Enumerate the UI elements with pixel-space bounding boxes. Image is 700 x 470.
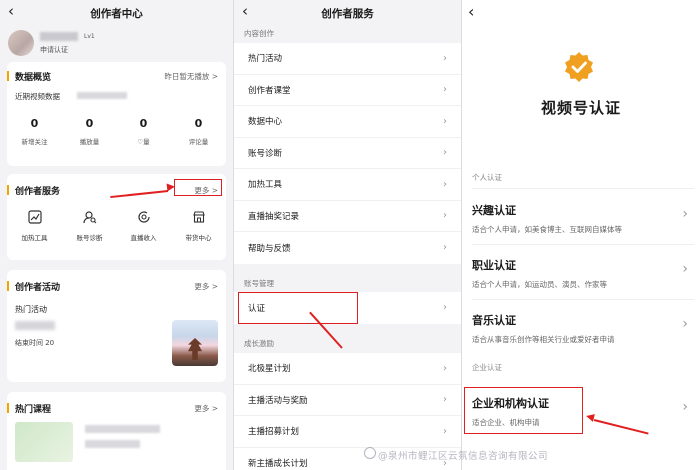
profile-row[interactable]: Lv1 申请认证	[0, 26, 233, 62]
watermark-logo-icon	[364, 447, 376, 459]
chevron-right-icon: ›	[443, 394, 447, 406]
chevron-right-icon: ›	[443, 210, 447, 222]
divider	[472, 299, 694, 300]
section-growth-incentive: 成长激励	[244, 339, 274, 348]
chevron-right-icon: ›	[443, 84, 447, 96]
stat-plays[interactable]: 0 播放量	[62, 117, 117, 146]
blurred-text	[85, 425, 160, 433]
list-item-help-feedback[interactable]: 帮助与反馈 ›	[234, 232, 461, 264]
stat-new-followers[interactable]: 0 新增关注	[7, 117, 62, 146]
section-content-creation: 内容创作	[244, 29, 274, 38]
video-account-cert-panel: ‹ 视频号认证 个人认证 兴趣认证 适合个人申请，如美食博主、互联网自媒体等 ›…	[462, 0, 700, 470]
highlight-box	[174, 179, 222, 196]
overview-title: 数据概览	[6, 70, 51, 83]
apply-cert-link[interactable]: 申请认证	[40, 45, 68, 55]
page-title: 视频号认证	[540, 99, 621, 117]
activity-thumbnail[interactable]	[172, 320, 218, 366]
option-music-cert[interactable]: 音乐认证 适合从事音乐创作等相关行业或爱好者申请 ›	[472, 312, 694, 345]
section-enterprise-cert: 企业认证	[472, 363, 502, 372]
level-badge: Lv1	[84, 33, 95, 40]
courses-more-link[interactable]: 更多 >	[194, 403, 218, 414]
chevron-right-icon: ›	[443, 115, 447, 127]
avatar[interactable]	[8, 30, 34, 56]
chevron-right-icon: ›	[682, 206, 688, 222]
list-item-heat-tool[interactable]: 加热工具 ›	[234, 169, 461, 201]
service-shop-center[interactable]: 带货中心	[171, 210, 226, 242]
divider	[472, 188, 694, 189]
course-thumbnail[interactable]	[15, 422, 73, 462]
service-live-income[interactable]: 直播收入	[116, 210, 171, 242]
creator-center-header: ‹ 创作者中心	[0, 0, 233, 26]
blurred-text	[77, 92, 127, 99]
creator-services-panel: ‹ 创作者服务 内容创作 热门活动 › 创作者课堂 › 数据中心 › 账号诊断 › 加热…	[234, 0, 461, 470]
list-item-account-diagnosis[interactable]: 账号诊断 ›	[234, 138, 461, 169]
user-search-icon	[82, 211, 96, 224]
highlight-arrow-head	[166, 182, 176, 192]
hot-courses-card: 热门课程 更多 >	[6, 392, 226, 470]
back-arrow-icon[interactable]: ‹	[468, 2, 474, 21]
trend-chart-icon	[27, 210, 42, 224]
list-item-creator-class[interactable]: 创作者课堂 ›	[234, 75, 461, 106]
page-title: 创作者中心	[90, 7, 143, 20]
chevron-right-icon: ›	[443, 425, 447, 437]
service-heat-tool[interactable]: 加热工具	[7, 210, 62, 242]
activity-end-time: 结束时间 20	[15, 339, 55, 347]
list-item-streamer-rewards[interactable]: 主播活动与奖励 ›	[234, 385, 461, 416]
blurred-username	[40, 32, 78, 41]
option-interest-cert[interactable]: 兴趣认证 适合个人申请，如美食博主、互联网自媒体等 ›	[472, 202, 694, 235]
chevron-right-icon: ›	[443, 52, 447, 64]
section-account-management: 账号管理	[244, 279, 274, 288]
chevron-right-icon: ›	[682, 316, 688, 332]
chevron-right-icon: ›	[443, 362, 447, 374]
section-personal-cert: 个人认证	[472, 173, 502, 182]
creator-activity-card: 创作者活动 更多 > 热门活动 结束时间 20	[6, 270, 226, 382]
services-title: 创作者服务	[6, 184, 60, 197]
page-title: 创作者服务	[321, 7, 374, 20]
stat-comments[interactable]: 0 评论量	[171, 117, 226, 146]
overview-more-link[interactable]: 昨日暂无播放 >	[164, 71, 218, 82]
chevron-right-icon: ›	[682, 399, 688, 415]
activity-more-link[interactable]: 更多 >	[194, 281, 218, 292]
option-professional-cert[interactable]: 职业认证 适合个人申请，如运动员、演员、作家等 ›	[472, 257, 694, 290]
shop-icon	[192, 211, 205, 223]
creator-center-panel: ‹ 创作者中心 Lv1 申请认证 数据概览 昨日暂无播放 > 近期视频数据 0 …	[0, 0, 233, 470]
blurred-text	[15, 321, 55, 330]
list-item-data-center[interactable]: 数据中心 ›	[234, 106, 461, 138]
back-arrow-icon[interactable]: ‹	[8, 2, 14, 20]
data-overview-card: 数据概览 昨日暂无播放 > 近期视频数据 0 新增关注 0 播放量 0 ♡量 0…	[6, 62, 226, 166]
chevron-right-icon: ›	[443, 147, 447, 159]
divider	[472, 244, 694, 245]
overview-subtitle: 近期视频数据	[15, 92, 60, 101]
list-item-live-lottery[interactable]: 直播抽奖记录 ›	[234, 201, 461, 232]
creator-services-card: 创作者服务 更多 > 加热工具 账号诊断 直播收入 带货中心	[6, 174, 226, 260]
hot-activity-label: 热门活动	[15, 305, 47, 314]
watermark-text: @泉州市鲤江区云氛信息咨询有限公司	[378, 451, 549, 462]
chevron-right-icon: ›	[443, 242, 447, 254]
back-arrow-icon[interactable]: ‹	[242, 2, 248, 20]
chevron-right-icon: ›	[443, 302, 447, 314]
list-item-streamer-recruit[interactable]: 主播招募计划 ›	[234, 416, 461, 448]
activity-title: 创作者活动	[6, 280, 60, 293]
stat-likes[interactable]: 0 ♡量	[116, 117, 171, 146]
chevron-right-icon: ›	[682, 261, 688, 277]
content-creation-list: 热门活动 › 创作者课堂 › 数据中心 › 账号诊断 › 加热工具 › 直播抽奖记录 › 帮…	[234, 43, 461, 264]
creator-services-header: ‹ 创作者服务	[234, 0, 461, 26]
verified-badge-icon	[565, 52, 593, 82]
list-item-hot-activity[interactable]: 热门活动 ›	[234, 43, 461, 75]
blurred-text	[85, 440, 140, 448]
chevron-right-icon: ›	[443, 178, 447, 190]
highlight-box	[464, 387, 583, 434]
list-item-north-star-plan[interactable]: 北极星计划 ›	[234, 353, 461, 385]
courses-title: 热门课程	[6, 402, 51, 415]
service-account-diagnosis[interactable]: 账号诊断	[62, 210, 117, 242]
coin-refresh-icon	[137, 211, 150, 223]
highlight-box	[238, 292, 358, 324]
